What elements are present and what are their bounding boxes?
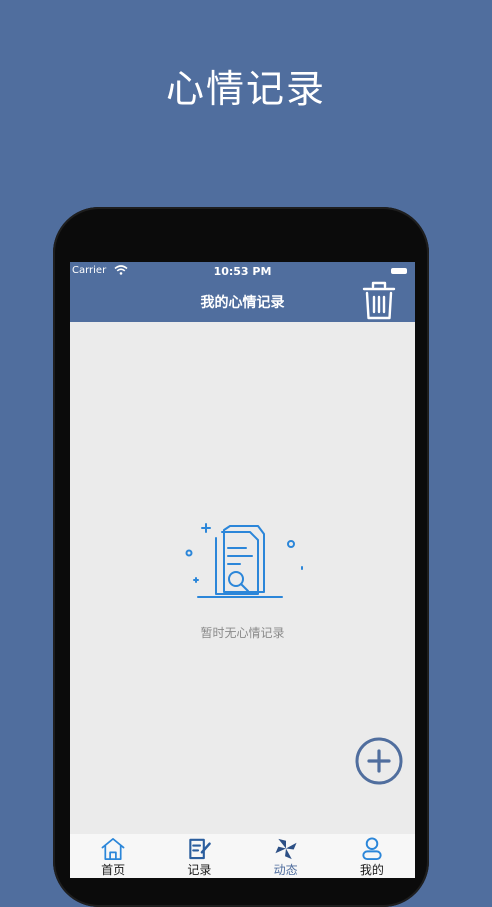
delete-all-button[interactable]: [361, 280, 397, 322]
clock: 10:53 PM: [213, 265, 272, 278]
pinwheel-icon: [275, 838, 297, 860]
app-screen: Carrier 10:53 PM 我的心情记录 暂时无心情记录 首页 记录 动态…: [70, 262, 415, 878]
home-icon: [101, 838, 125, 860]
promo-title: 心情记录: [165, 67, 326, 111]
plus-icon: [367, 749, 391, 773]
status-bar: Carrier 10:53 PM: [70, 262, 415, 282]
empty-document-icon: [185, 523, 303, 598]
edit-note-icon: [189, 838, 212, 860]
person-icon: [362, 837, 382, 861]
empty-message: 暂时无心情记录: [200, 626, 285, 640]
trash-icon: [362, 281, 396, 320]
tab-record[interactable]: 记录: [156, 834, 242, 878]
tab-label: 我的: [359, 863, 384, 877]
tab-feed[interactable]: 动态: [243, 834, 329, 878]
tab-label: 首页: [101, 863, 126, 877]
tab-label: 记录: [187, 863, 212, 877]
nav-header: Carrier 10:53 PM 我的心情记录: [70, 262, 415, 322]
tab-home[interactable]: 首页: [70, 834, 156, 878]
tab-bar: 首页 记录 动态 我的: [70, 834, 415, 878]
battery-icon: [391, 268, 407, 274]
add-record-button[interactable]: [354, 736, 404, 786]
tab-label: 动态: [273, 863, 298, 877]
tab-mine[interactable]: 我的: [329, 834, 415, 878]
empty-state: 暂时无心情记录: [70, 512, 415, 641]
